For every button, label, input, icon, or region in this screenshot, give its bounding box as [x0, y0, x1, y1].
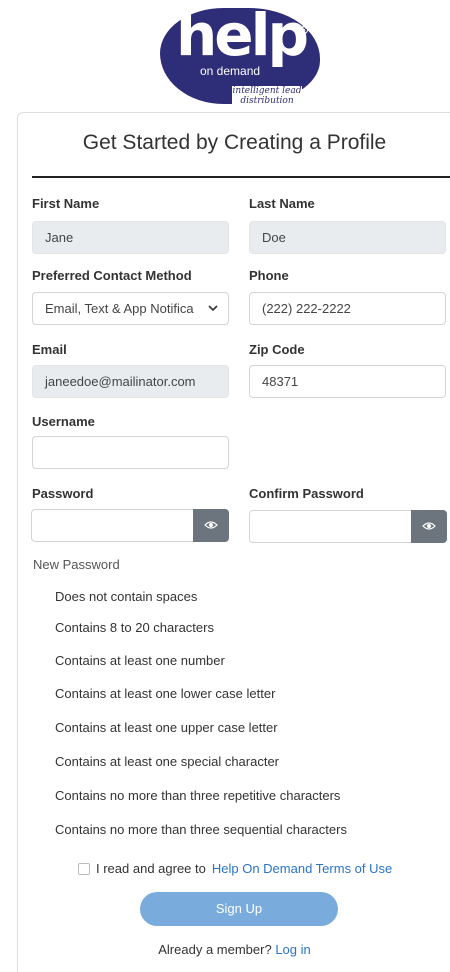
terms-row: I read and agree to Help On Demand Terms…: [78, 861, 392, 876]
terms-text: I read and agree to: [96, 861, 206, 876]
rule-item: Contains at least one upper case letter: [55, 720, 278, 735]
terms-of-use-link[interactable]: Help On Demand Terms of Use: [212, 861, 392, 876]
rule-item: Contains no more than three sequential c…: [55, 822, 347, 837]
title-divider: [32, 176, 450, 178]
last-name-field[interactable]: Doe: [249, 221, 446, 254]
contact-method-select[interactable]: Email, Text & App Notifica: [32, 292, 229, 325]
eye-icon: [422, 522, 436, 530]
signup-card: Get Started by Creating a Profile First …: [17, 112, 450, 972]
rule-item: Contains no more than three repetitive c…: [55, 788, 341, 803]
tagline-line1: intelligent lead: [232, 86, 302, 96]
login-prompt: Already a member? Log in: [18, 942, 450, 957]
first-name-label: First Name: [32, 196, 100, 211]
chevron-down-icon: [208, 305, 218, 312]
contact-method-value: Email, Text & App Notifica: [45, 301, 194, 316]
confirm-password-label: Confirm Password: [249, 486, 364, 501]
username-field[interactable]: [32, 436, 229, 469]
password-label: Password: [32, 486, 94, 501]
last-name-label: Last Name: [249, 196, 315, 211]
zip-code-label: Zip Code: [249, 342, 305, 357]
first-name-field[interactable]: Jane: [32, 221, 229, 254]
rule-item: Contains at least one number: [55, 653, 225, 668]
logo-word: help: [176, 1, 309, 69]
email-field[interactable]: janeedoe@mailinator.com: [32, 365, 229, 398]
brand-logo: help R on demand intelligent lead distri…: [0, 0, 450, 112]
rule-item: Contains at least one lower case letter: [55, 686, 276, 701]
password-field[interactable]: [31, 509, 194, 542]
email-label: Email: [32, 342, 67, 357]
zip-code-field[interactable]: 48371: [249, 365, 446, 398]
confirm-password-toggle-button[interactable]: [411, 510, 447, 543]
username-label: Username: [32, 414, 95, 429]
tagline-line2: distribution: [240, 96, 294, 106]
password-rules-title: New Password: [33, 557, 120, 572]
rule-item: Does not contain spaces: [55, 589, 198, 604]
eye-icon: [204, 521, 218, 529]
phone-field[interactable]: (222) 222-2222: [249, 292, 446, 325]
terms-checkbox[interactable]: [78, 862, 90, 875]
log-in-link[interactable]: Log in: [275, 942, 310, 957]
logo-tagline: intelligent lead distribution: [232, 86, 302, 106]
password-toggle-button[interactable]: [193, 509, 229, 542]
rule-item: Contains at least one special character: [55, 754, 280, 769]
registered-mark-icon: R: [300, 26, 308, 34]
page-title: Get Started by Creating a Profile: [82, 131, 387, 154]
rule-item: Contains 8 to 20 characters: [55, 620, 214, 635]
contact-method-label: Preferred Contact Method: [32, 268, 192, 283]
confirm-password-field[interactable]: [249, 510, 412, 543]
already-member-text: Already a member?: [158, 942, 272, 957]
logo-subtitle: on demand: [200, 64, 261, 78]
phone-label: Phone: [249, 268, 289, 283]
sign-up-button[interactable]: Sign Up: [140, 892, 338, 926]
